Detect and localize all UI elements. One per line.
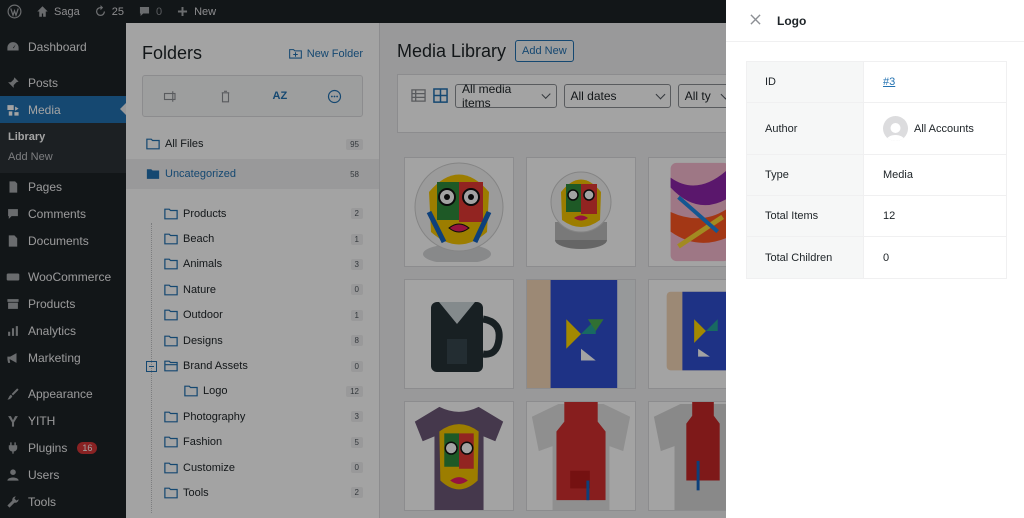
close-panel-button[interactable] xyxy=(750,13,761,28)
folder-details-panel: Logo ID #3 Author All Accounts Type Medi… xyxy=(726,0,1024,518)
panel-title: Logo xyxy=(777,13,807,28)
details-row-id: ID #3 xyxy=(747,62,1006,103)
detail-label: Total Items xyxy=(747,196,864,236)
details-table: ID #3 Author All Accounts Type Media Tot… xyxy=(746,61,1007,279)
details-row-type: Type Media xyxy=(747,155,1006,196)
folder-id-link[interactable]: #3 xyxy=(883,76,895,88)
detail-label: Author xyxy=(747,103,864,154)
author-name: All Accounts xyxy=(914,122,974,135)
details-row-total-children: Total Children 0 xyxy=(747,237,1006,278)
modal-backdrop[interactable] xyxy=(0,0,726,518)
avatar xyxy=(883,116,908,141)
detail-label: Type xyxy=(747,155,864,195)
detail-label: ID xyxy=(747,62,864,102)
detail-label: Total Children xyxy=(747,237,864,278)
user-avatar-icon xyxy=(886,123,905,141)
details-row-total-items: Total Items 12 xyxy=(747,196,1006,237)
details-row-author: Author All Accounts xyxy=(747,103,1006,155)
detail-value: 12 xyxy=(883,210,896,222)
detail-value: Media xyxy=(883,169,913,181)
detail-value: 0 xyxy=(883,251,890,264)
close-icon xyxy=(750,14,761,25)
